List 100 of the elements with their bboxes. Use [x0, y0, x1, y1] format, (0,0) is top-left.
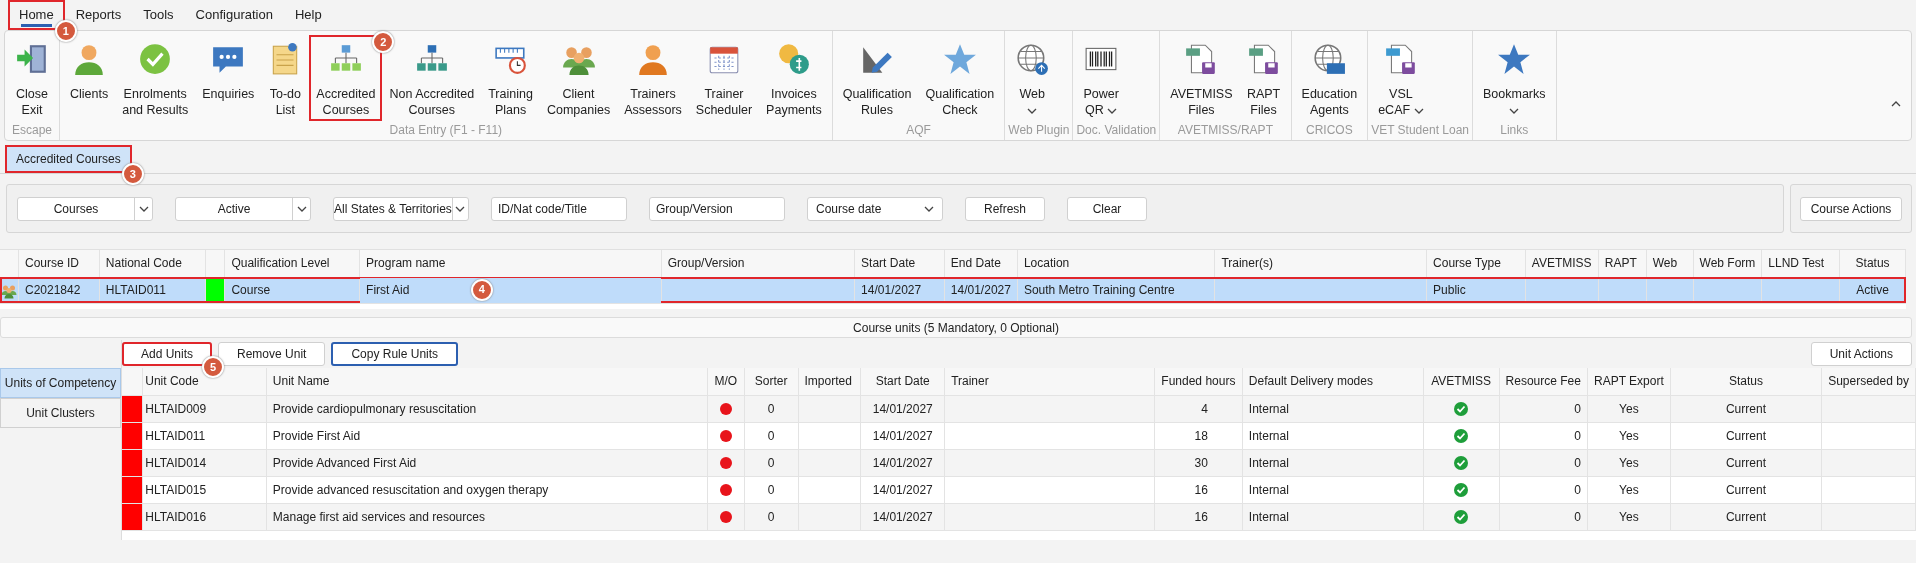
- menu-tab[interactable]: Tools: [132, 0, 185, 30]
- table-cell: Provide First Aid: [266, 422, 708, 449]
- column-header[interactable]: Status: [1670, 368, 1822, 395]
- table-cell: HLTAID011: [99, 277, 206, 303]
- column-header[interactable]: Course Type: [1426, 250, 1526, 277]
- ribbon-button[interactable]: Training Plans: [481, 35, 540, 121]
- table-cell: 16: [1154, 503, 1243, 530]
- filter-button[interactable]: Refresh: [965, 196, 1045, 221]
- column-header[interactable]: Funded hours: [1154, 368, 1243, 395]
- column-header[interactable]: Course ID: [18, 250, 100, 277]
- column-header[interactable]: RAPT Export: [1587, 368, 1671, 395]
- table-cell: 4: [1154, 395, 1243, 422]
- text-field[interactable]: Group/Version: [649, 196, 785, 221]
- filter-button[interactable]: Clear: [1067, 196, 1147, 221]
- star-icon: [1497, 42, 1532, 76]
- table-cell: Provide advanced resuscitation and oxygen therapy: [266, 476, 708, 503]
- file-icon: [1246, 42, 1281, 76]
- text-field[interactable]: ID/Nat code/Title: [491, 196, 627, 221]
- column-header[interactable]: M/O: [707, 368, 745, 395]
- column-header[interactable]: Sorter: [744, 368, 798, 395]
- table-cell: Current: [1670, 449, 1822, 476]
- star-icon: [942, 42, 977, 76]
- side-tab[interactable]: Units of Competency: [0, 368, 121, 398]
- dropdown[interactable]: All States & Territories: [333, 196, 469, 221]
- ribbon-button[interactable]: Invoices Payments: [759, 35, 829, 121]
- table-cell: Yes: [1587, 395, 1671, 422]
- caret-icon: [924, 206, 934, 213]
- ribbon-button[interactable]: Education Agents: [1294, 35, 1365, 121]
- dropdown[interactable]: Course date: [807, 196, 943, 221]
- ribbon-button[interactable]: Enrolments and Results: [115, 35, 196, 121]
- table-cell: 14/01/2027: [860, 449, 945, 476]
- column-header[interactable]: Status: [1839, 250, 1906, 277]
- column-header[interactable]: Default Delivery modes: [1242, 368, 1424, 395]
- ribbon-button[interactable]: Web: [1008, 35, 1057, 121]
- column-header[interactable]: Program name: [359, 250, 662, 277]
- table-cell: Internal: [1242, 449, 1424, 476]
- table-cell: Manage first aid services and resources: [266, 503, 708, 530]
- table-cell: HLTAID011: [142, 422, 267, 449]
- column-header[interactable]: Superseded by: [1821, 368, 1916, 395]
- column-header[interactable]: Trainer(s): [1214, 250, 1427, 277]
- column-header[interactable]: Group/Version: [661, 250, 855, 277]
- ribbon-button[interactable]: Qualification Check: [918, 35, 1002, 121]
- collapse-ribbon-icon[interactable]: [1891, 100, 1901, 107]
- ribbon-button[interactable]: To-do List: [261, 35, 310, 121]
- table-cell: HLTAID016: [142, 503, 267, 530]
- dropdown[interactable]: Active: [175, 196, 311, 221]
- table-cell: Yes: [1587, 449, 1671, 476]
- menu-tab[interactable]: Help: [283, 0, 333, 30]
- group-label: AVETMISS/RAPT: [1176, 122, 1274, 139]
- ribbon-button[interactable]: Trainers Assessors: [617, 35, 689, 121]
- ribbon-button[interactable]: VSL eCAF: [1371, 35, 1431, 121]
- toolbar-button[interactable]: Remove Unit: [218, 342, 326, 366]
- table-cell: 14/01/2027: [854, 277, 945, 303]
- table-cell: Yes: [1587, 503, 1671, 530]
- table-cell: Provide Advanced First Aid: [266, 449, 708, 476]
- group-label: Escape: [11, 122, 53, 139]
- ribbon-button[interactable]: Close Exit: [8, 35, 56, 121]
- table-cell: 16: [1154, 476, 1243, 503]
- coins-icon: [776, 42, 811, 76]
- table-cell: 0: [1499, 476, 1588, 503]
- course-actions-button[interactable]: Course Actions: [1799, 196, 1903, 221]
- column-header[interactable]: Web: [1646, 250, 1694, 277]
- column-header[interactable]: Start Date: [860, 368, 945, 395]
- table-cell: Yes: [1587, 476, 1671, 503]
- column-header[interactable]: Location: [1017, 250, 1215, 277]
- column-header[interactable]: Start Date: [854, 250, 945, 277]
- globe-icon: [1312, 42, 1347, 76]
- column-header[interactable]: Imported: [798, 368, 861, 395]
- ribbon-button[interactable]: Trainer Scheduler: [688, 35, 760, 121]
- table-cell: 0: [1499, 422, 1588, 449]
- menu-tab[interactable]: Configuration: [184, 0, 284, 30]
- column-header[interactable]: AVETMISS: [1525, 250, 1599, 277]
- column-header[interactable]: LLND Test: [1761, 250, 1840, 277]
- ribbon-button[interactable]: AVETMISS Files: [1163, 35, 1240, 121]
- table-cell: South Metro Training Centre: [1017, 277, 1215, 303]
- table-cell: Public: [1426, 277, 1526, 303]
- column-header[interactable]: Trainer: [944, 368, 1155, 395]
- group-label: CRICOS: [1305, 122, 1354, 139]
- column-header[interactable]: Web Form: [1693, 250, 1762, 277]
- toolbar-button[interactable]: Copy Rule Units: [331, 342, 459, 366]
- caret-icon: [296, 205, 307, 212]
- ribbon-button[interactable]: RAPT Files: [1239, 35, 1288, 121]
- column-header[interactable]: Unit Name: [266, 368, 708, 395]
- column-header[interactable]: AVETMISS: [1423, 368, 1500, 395]
- caret-icon: [455, 205, 466, 212]
- column-header[interactable]: End Date: [944, 250, 1018, 277]
- ribbon-button[interactable]: Enquiries: [195, 35, 262, 121]
- ribbon-button[interactable]: Power QR: [1076, 35, 1126, 121]
- column-header[interactable]: National Code: [99, 250, 206, 277]
- ribbon-button[interactable]: Bookmarks: [1476, 35, 1553, 121]
- column-header[interactable]: RAPT: [1598, 250, 1647, 277]
- table-cell: 14/01/2027: [944, 277, 1018, 303]
- column-header[interactable]: Resource Fee: [1499, 368, 1588, 395]
- table-row[interactable]: C2021842 HLTAID011 Course First Aid 4 14/01/2027 14/01/2027 South Metro Training Centre Public Active: [0, 277, 1906, 303]
- unit-actions-button[interactable]: Unit Actions: [1810, 342, 1912, 366]
- ribbon-button[interactable]: Qualification Rules: [835, 35, 919, 121]
- column-header[interactable]: Qualification Level: [224, 250, 360, 277]
- side-tab[interactable]: Unit Clusters: [0, 398, 121, 428]
- ribbon-button[interactable]: Client Companies: [539, 35, 618, 121]
- dropdown[interactable]: Courses: [17, 196, 153, 221]
